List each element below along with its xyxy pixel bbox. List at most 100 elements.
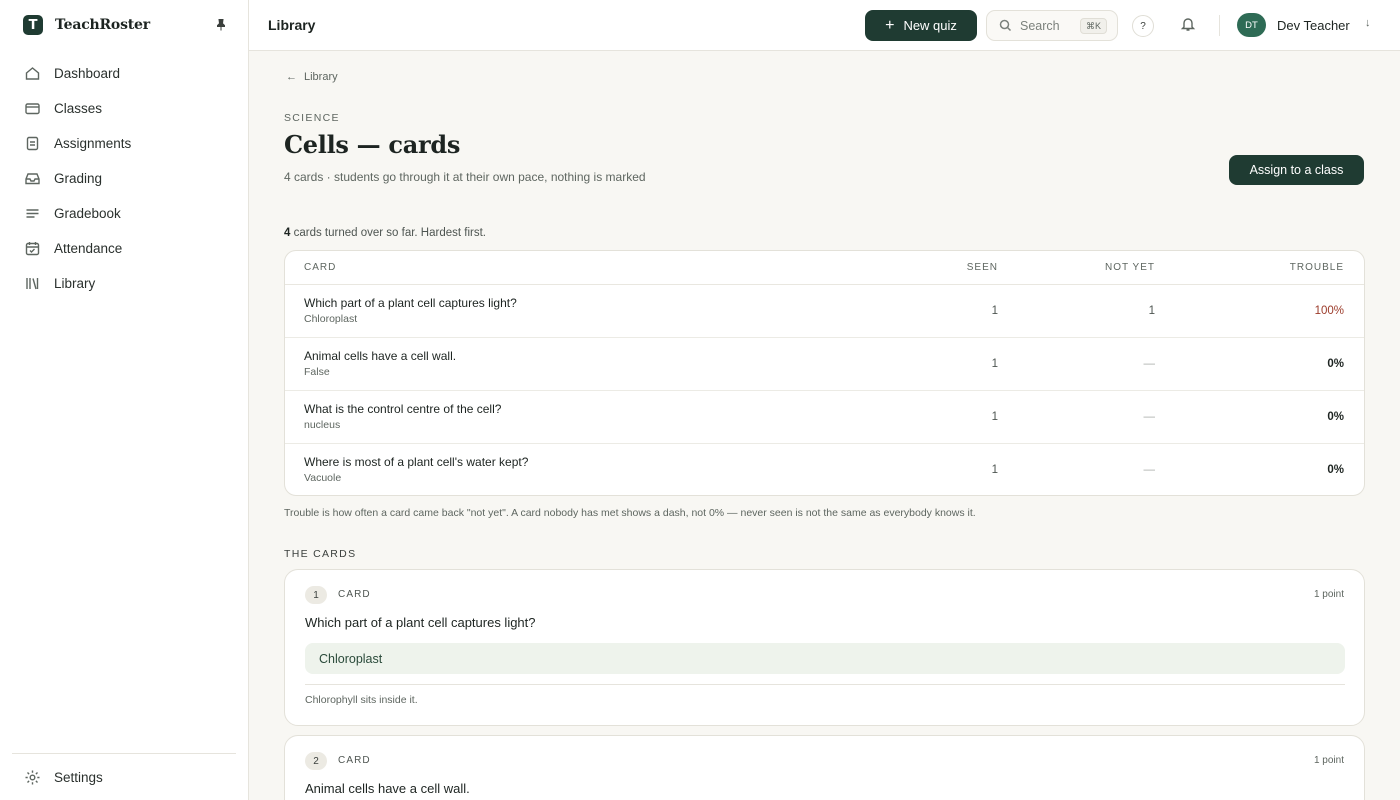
sidebar-nav: Dashboard Classes Assignments Grading Gr… bbox=[0, 56, 249, 301]
card-stats-table: CARD SEEN NOT YET TROUBLE Which part of … bbox=[284, 250, 1365, 496]
card-icon bbox=[25, 103, 40, 115]
card-answer: Chloroplast bbox=[305, 643, 1345, 674]
notifications-button[interactable] bbox=[1180, 16, 1196, 32]
header-seen[interactable]: SEEN bbox=[967, 262, 998, 273]
row-answer: Vacuole bbox=[304, 472, 342, 484]
document-icon bbox=[26, 136, 39, 151]
topbar: Library + New quiz Search ⌘K ? DT Dev Te… bbox=[249, 0, 1400, 51]
card-note: Chlorophyll sits inside it. bbox=[305, 694, 418, 706]
card-item[interactable]: 1 CARD 1 point Which part of a plant cel… bbox=[284, 569, 1365, 726]
summary-text: 4 cards turned over so far. Hardest firs… bbox=[284, 227, 486, 239]
header-card[interactable]: CARD bbox=[304, 262, 336, 273]
books-icon bbox=[26, 278, 39, 290]
table-footnote: Trouble is how often a card came back "n… bbox=[284, 507, 976, 519]
summary-label: cards turned over so far. Hardest first. bbox=[290, 227, 486, 239]
row-not-yet: — bbox=[1143, 464, 1156, 476]
avatar[interactable]: DT bbox=[1237, 13, 1266, 37]
sidebar-item-label: Settings bbox=[54, 770, 103, 785]
brand[interactable]: T TeachRoster bbox=[23, 15, 150, 35]
sidebar-item-gradebook[interactable]: Gradebook bbox=[0, 196, 249, 231]
row-trouble: 100% bbox=[1314, 305, 1344, 317]
card-number: 2 bbox=[305, 752, 327, 770]
row-question: What is the control centre of the cell? bbox=[304, 402, 502, 416]
topbar-divider bbox=[1219, 15, 1220, 36]
row-answer: nucleus bbox=[304, 419, 341, 431]
sidebar: T TeachRoster Dashboard Classes Assignme… bbox=[0, 0, 249, 800]
back-label: Library bbox=[304, 71, 338, 83]
new-quiz-button[interactable]: + New quiz bbox=[865, 10, 977, 41]
inbox-icon bbox=[25, 173, 40, 185]
page-subtitle: 4 cards · students go through it at thei… bbox=[284, 170, 646, 184]
help-button[interactable]: ? bbox=[1132, 15, 1154, 37]
new-quiz-label: New quiz bbox=[903, 18, 957, 33]
bell-icon bbox=[1180, 18, 1196, 31]
home-icon bbox=[25, 67, 40, 80]
app-name: TeachRoster bbox=[55, 17, 150, 33]
card-type: CARD bbox=[338, 755, 371, 766]
sidebar-item-label: Grading bbox=[54, 171, 103, 186]
table-row[interactable]: Where is most of a plant cell's water ke… bbox=[285, 444, 1364, 495]
table-row[interactable]: Animal cells have a cell wall. False 1 —… bbox=[285, 338, 1364, 391]
back-link[interactable]: ← Library bbox=[286, 71, 338, 83]
card-type: CARD bbox=[338, 589, 371, 600]
card-question: Which part of a plant cell captures ligh… bbox=[305, 615, 536, 630]
card-question: Animal cells have a cell wall. bbox=[305, 781, 470, 796]
topbar-title: Library bbox=[268, 17, 316, 33]
search-input[interactable]: Search ⌘K bbox=[986, 10, 1118, 41]
sidebar-item-label: Library bbox=[54, 276, 96, 291]
sidebar-item-label: Dashboard bbox=[54, 66, 121, 81]
row-question: Animal cells have a cell wall. bbox=[304, 349, 457, 363]
sidebar-item-label: Assignments bbox=[54, 136, 132, 151]
search-shortcut: ⌘K bbox=[1079, 18, 1107, 34]
sidebar-item-dashboard[interactable]: Dashboard bbox=[0, 56, 249, 91]
sidebar-settings: Settings bbox=[0, 760, 249, 795]
calendar-icon bbox=[25, 242, 40, 256]
row-answer: False bbox=[304, 366, 330, 378]
row-not-yet: — bbox=[1143, 358, 1156, 370]
user-name[interactable]: Dev Teacher bbox=[1277, 18, 1350, 33]
row-not-yet: 1 bbox=[1148, 305, 1155, 317]
sidebar-item-library[interactable]: Library bbox=[0, 266, 249, 301]
row-question: Where is most of a plant cell's water ke… bbox=[304, 455, 529, 469]
search-icon bbox=[999, 19, 1012, 32]
header-not-yet[interactable]: NOT YET bbox=[1105, 262, 1155, 273]
row-not-yet: — bbox=[1143, 411, 1156, 423]
row-answer: Chloroplast bbox=[304, 313, 358, 325]
plus-icon: + bbox=[885, 16, 895, 34]
row-trouble: 0% bbox=[1327, 464, 1344, 476]
assign-to-class-button[interactable]: Assign to a class bbox=[1229, 155, 1364, 185]
sidebar-item-attendance[interactable]: Attendance bbox=[0, 231, 249, 266]
card-points: 1 point bbox=[1313, 589, 1344, 600]
sidebar-divider bbox=[12, 753, 236, 754]
chevron-down-icon[interactable]: ↓ bbox=[1365, 17, 1371, 29]
row-seen: 1 bbox=[991, 464, 998, 476]
row-seen: 1 bbox=[991, 411, 998, 423]
app-logo: T bbox=[23, 15, 43, 35]
card-item[interactable]: 2 CARD 1 point Animal cells have a cell … bbox=[284, 735, 1365, 800]
row-seen: 1 bbox=[991, 358, 998, 370]
subject-label: SCIENCE bbox=[284, 112, 340, 124]
table-row[interactable]: Which part of a plant cell captures ligh… bbox=[285, 285, 1364, 338]
cards-section-label: THE CARDS bbox=[284, 548, 357, 560]
sidebar-item-label: Classes bbox=[54, 101, 103, 116]
card-points: 1 point bbox=[1313, 755, 1344, 766]
table-row[interactable]: What is the control centre of the cell? … bbox=[285, 391, 1364, 444]
header-trouble[interactable]: TROUBLE bbox=[1290, 262, 1344, 273]
sidebar-item-label: Attendance bbox=[54, 241, 123, 256]
lines-icon bbox=[26, 209, 39, 218]
page-title: Cells — cards bbox=[284, 130, 461, 159]
row-question: Which part of a plant cell captures ligh… bbox=[304, 296, 517, 310]
pin-icon[interactable] bbox=[214, 18, 228, 32]
sidebar-item-label: Gradebook bbox=[54, 206, 121, 221]
sidebar-item-assignments[interactable]: Assignments bbox=[0, 126, 249, 161]
arrow-left-icon: ← bbox=[286, 71, 297, 83]
search-placeholder: Search bbox=[1020, 18, 1060, 33]
card-number: 1 bbox=[305, 586, 327, 604]
sidebar-item-classes[interactable]: Classes bbox=[0, 91, 249, 126]
row-seen: 1 bbox=[991, 305, 998, 317]
sidebar-item-grading[interactable]: Grading bbox=[0, 161, 249, 196]
gear-icon bbox=[25, 770, 40, 785]
row-trouble: 0% bbox=[1327, 411, 1344, 423]
sidebar-item-settings[interactable]: Settings bbox=[0, 760, 249, 795]
table-header: CARD SEEN NOT YET TROUBLE bbox=[285, 251, 1364, 285]
